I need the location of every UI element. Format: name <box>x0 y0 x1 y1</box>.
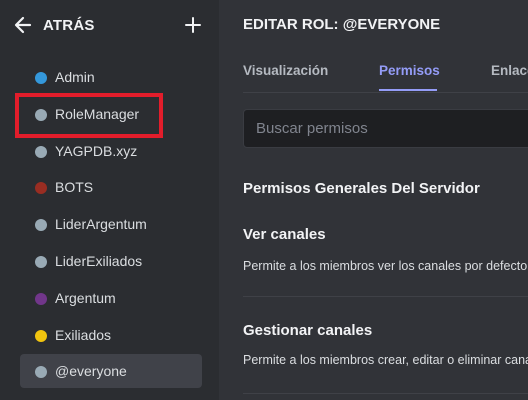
role-color-dot <box>35 292 47 305</box>
search-box[interactable] <box>243 109 528 148</box>
role-name: @everyone <box>55 363 127 380</box>
role-item-everyone[interactable]: @everyone <box>20 354 202 389</box>
role-editor-panel: EDITAR ROL: @EVERYONE Visualización Perm… <box>219 0 528 400</box>
permission-description: Permite a los miembros ver los canales p… <box>243 259 528 273</box>
search-input[interactable] <box>256 120 516 137</box>
tab-enlaces[interactable]: Enlaces <box>491 63 528 78</box>
role-name: Admin <box>55 69 95 85</box>
role-name: YAGPDB.xyz <box>55 142 138 159</box>
role-item-exiliados[interactable]: Exiliados <box>20 318 202 352</box>
role-name: Argentum <box>55 289 116 306</box>
role-color-dot <box>35 145 47 158</box>
tab-bar: Visualización Permisos Enlaces <box>243 63 528 93</box>
back-header: ATRÁS <box>0 0 219 52</box>
role-color-dot <box>35 72 47 84</box>
annotation-highlight-box <box>15 93 163 138</box>
role-item-liderexiliados[interactable]: LiderExiliados <box>20 244 202 278</box>
role-item-bots[interactable]: BOTS <box>20 170 202 204</box>
page-title: EDITAR ROL: @EVERYONE <box>243 16 441 33</box>
role-color-dot <box>35 366 47 379</box>
role-name: Exiliados <box>55 326 112 343</box>
divider <box>243 393 528 394</box>
permission-title: Ver canales <box>243 226 326 243</box>
permission-description: Permite a los miembros crear, editar o e… <box>243 353 528 367</box>
role-item-argentum[interactable]: Argentum <box>20 281 202 315</box>
divider <box>243 92 528 93</box>
role-color-dot <box>35 219 47 232</box>
role-item-liderargentum[interactable]: LiderArgentum <box>20 207 202 241</box>
back-arrow-icon[interactable] <box>13 15 33 35</box>
divider <box>243 296 528 297</box>
role-name: BOTS <box>55 179 94 196</box>
back-button[interactable]: ATRÁS <box>43 17 95 34</box>
role-name: LiderArgentum <box>55 216 147 233</box>
role-color-dot <box>35 329 47 342</box>
role-sidebar: ATRÁS Admin RoleManager YAGPDB.xyz BOTS … <box>0 0 219 400</box>
tab-visualizacion[interactable]: Visualización <box>243 63 328 78</box>
permission-title: Gestionar canales <box>243 322 373 339</box>
tab-permisos[interactable]: Permisos <box>379 63 440 78</box>
role-color-dot <box>35 255 47 268</box>
role-name: LiderExiliados <box>55 252 143 269</box>
role-item-admin[interactable]: Admin <box>20 60 202 94</box>
add-role-icon[interactable] <box>182 14 204 36</box>
role-item-yagpdb[interactable]: YAGPDB.xyz <box>20 134 202 168</box>
active-tab-indicator <box>379 89 437 91</box>
role-color-dot <box>35 182 47 195</box>
section-title: Permisos Generales Del Servidor <box>243 180 480 197</box>
